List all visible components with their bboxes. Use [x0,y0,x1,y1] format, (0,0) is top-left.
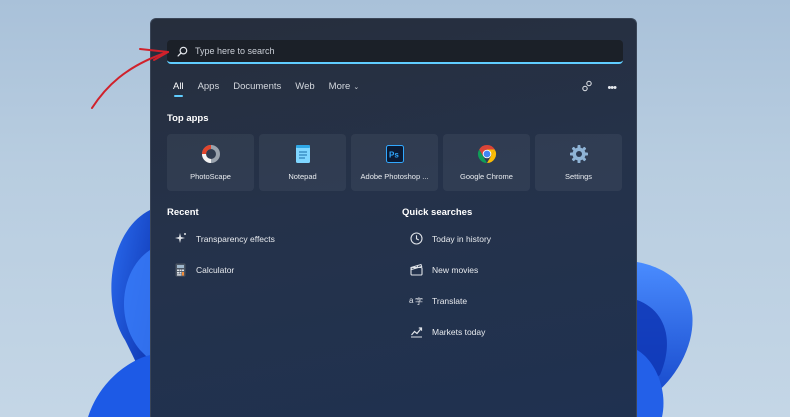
app-label: Notepad [288,172,317,181]
photoscape-icon [201,144,221,164]
clapperboard-icon [409,263,423,277]
list-item-label: Markets today [432,326,486,337]
search-box[interactable] [167,40,623,64]
list-item-new-movies[interactable]: New movies [409,254,491,285]
top-apps-row: PhotoScape Notepad Ps Adobe Photoshop ..… [167,134,622,191]
tab-apps[interactable]: Apps [198,81,220,92]
start-search-panel: All Apps Documents Web More⌄ ••• Top app… [150,18,637,417]
list-item-label: Today in history [432,233,492,244]
list-item-label: Translate [432,295,468,306]
tab-documents[interactable]: Documents [233,81,281,92]
recent-list: Transparency effects Calculator [173,223,275,285]
search-input[interactable] [195,46,595,56]
recent-title: Recent [167,207,199,218]
sparkle-icon [173,232,187,246]
clock-icon [409,232,423,246]
list-item-label: Transparency effects [196,233,275,244]
list-item-translate[interactable]: a字 Translate [409,285,491,316]
chrome-icon [477,144,497,164]
list-item-markets-today[interactable]: Markets today [409,316,491,347]
photoshop-icon: Ps [385,144,405,164]
tab-more[interactable]: More ⌄ [329,81,360,92]
app-label: Adobe Photoshop ... [360,172,429,181]
app-label: PhotoScape [190,172,231,181]
list-item-calculator[interactable]: Calculator [173,254,275,285]
list-item-transparency-effects[interactable]: Transparency effects [173,223,275,254]
notepad-icon [293,144,313,164]
app-label: Google Chrome [460,172,513,181]
svg-text:a: a [409,296,414,305]
list-item-today-in-history[interactable]: Today in history [409,223,491,254]
app-tile-photoshop[interactable]: Ps Adobe Photoshop ... [351,134,438,191]
account-switch-icon[interactable] [581,79,593,97]
svg-text:Ps: Ps [389,151,399,160]
top-right-actions: ••• [581,79,617,97]
app-tile-photoscape[interactable]: PhotoScape [167,134,254,191]
translate-icon: a字 [409,294,423,308]
filter-tabs: All Apps Documents Web More ⌄ [173,81,373,97]
more-options-icon[interactable]: ••• [607,82,617,94]
list-item-label: New movies [432,264,479,275]
app-tile-chrome[interactable]: Google Chrome [443,134,530,191]
tab-web[interactable]: Web [295,81,314,92]
chart-icon [409,325,423,339]
app-tile-notepad[interactable]: Notepad [259,134,346,191]
svg-text:字: 字 [415,296,423,306]
tab-all[interactable]: All [173,81,184,97]
quick-searches-list: Today in history New movies a字 Translate… [409,223,491,347]
calculator-icon [173,263,187,277]
gear-icon [569,144,589,164]
list-item-label: Calculator [196,264,235,275]
quick-searches-title: Quick searches [402,207,473,218]
app-tile-settings[interactable]: Settings [535,134,622,191]
tab-more-label: More [328,81,351,92]
search-icon [175,44,189,58]
chevron-down-icon: ⌄ [353,84,360,91]
app-label: Settings [564,172,593,181]
top-apps-title: Top apps [167,113,209,124]
